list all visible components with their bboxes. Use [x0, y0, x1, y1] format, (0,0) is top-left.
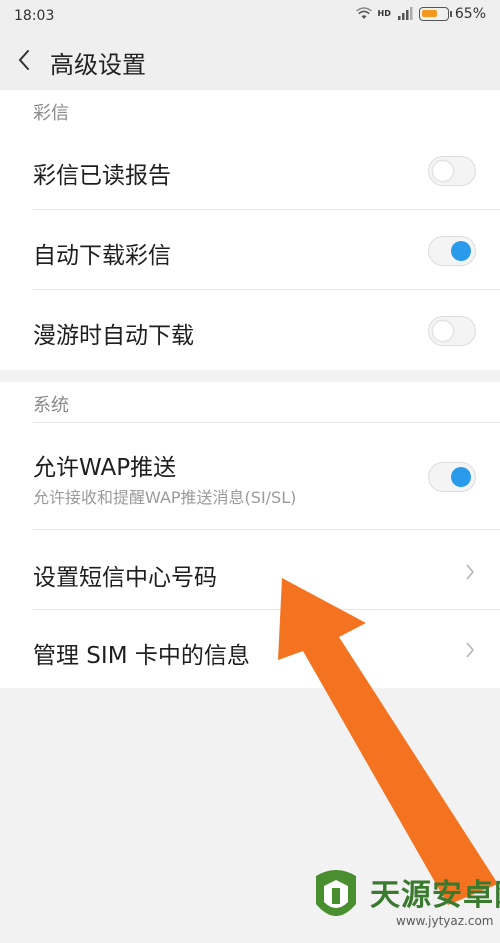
toggle-switch[interactable] — [428, 316, 476, 346]
battery-icon — [418, 7, 452, 21]
section-header-label: 系统 — [33, 395, 69, 416]
hd-label: HD — [377, 9, 391, 18]
status-bar: 18:03 HD 65% — [0, 0, 500, 32]
setting-title: 彩信已读报告 — [33, 163, 171, 189]
signal-icon — [397, 7, 413, 20]
toggle-switch[interactable] — [428, 462, 476, 492]
watermark-logo-icon — [316, 870, 356, 916]
toggle-switch[interactable] — [428, 236, 476, 266]
section-header-label: 彩信 — [33, 103, 69, 124]
setting-row-mms-read-report[interactable]: 彩信已读报告 — [0, 130, 500, 210]
chevron-right-icon — [466, 564, 475, 580]
setting-row-sms-center-number[interactable]: 设置短信中心号码 — [0, 530, 500, 610]
watermark-url: www.jytyaz.com — [396, 914, 494, 928]
setting-row-allow-wap-push[interactable]: 允许WAP推送 允许接收和提醒WAP推送消息(SI/SL) — [0, 422, 500, 530]
title-bar: 高级设置 — [0, 32, 500, 90]
setting-row-auto-download-mms[interactable]: 自动下载彩信 — [0, 210, 500, 290]
toggle-knob — [451, 241, 471, 261]
chevron-right-icon — [466, 642, 475, 658]
setting-title: 允许WAP推送 — [33, 455, 177, 481]
watermark-name: 天源安卓网 — [370, 878, 500, 913]
section-header-mms: 彩信 — [0, 90, 500, 130]
watermark: 天源安卓网 www.jytyaz.com — [300, 862, 500, 938]
toggle-knob — [451, 467, 471, 487]
setting-title: 漫游时自动下载 — [33, 323, 194, 349]
status-time: 18:03 — [14, 8, 55, 24]
toggle-knob — [433, 321, 453, 341]
page-title: 高级设置 — [50, 51, 146, 79]
setting-row-roaming-auto-download[interactable]: 漫游时自动下载 — [0, 290, 500, 370]
setting-subtitle: 允许接收和提醒WAP推送消息(SI/SL) — [33, 488, 297, 507]
status-icons: HD 65% — [355, 6, 486, 22]
divider — [33, 422, 500, 423]
setting-row-manage-sim-messages[interactable]: 管理 SIM 卡中的信息 — [0, 610, 500, 688]
setting-title: 设置短信中心号码 — [33, 565, 217, 591]
battery-level — [421, 10, 437, 17]
toggle-switch[interactable] — [428, 156, 476, 186]
toggle-knob — [433, 161, 453, 181]
setting-title: 自动下载彩信 — [33, 243, 171, 269]
section-header-system: 系统 — [0, 382, 500, 422]
battery-percent: 65% — [454, 6, 486, 22]
wifi-icon — [355, 7, 372, 19]
section-gap — [0, 370, 500, 382]
setting-title: 管理 SIM 卡中的信息 — [33, 643, 250, 669]
chevron-left-icon[interactable] — [14, 46, 36, 74]
